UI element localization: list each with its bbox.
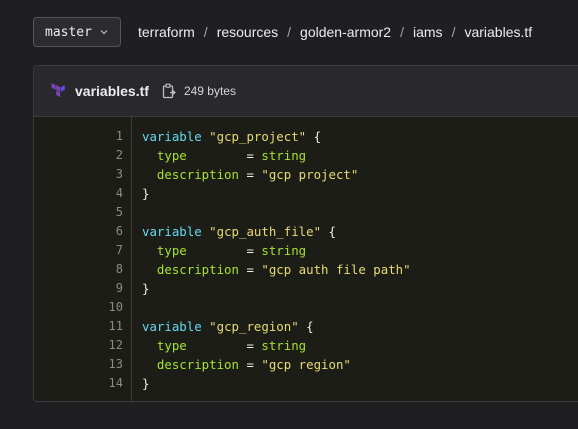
breadcrumb-separator: / (287, 24, 292, 40)
chevron-down-icon (99, 27, 109, 37)
code-token: string (261, 148, 307, 163)
code-token: string (261, 243, 307, 258)
breadcrumb: terraform / resources / golden-armor2 / … (138, 24, 532, 40)
code-token: variable (142, 319, 202, 334)
code-token: description (156, 357, 239, 372)
code-area[interactable]: 1 2 3 4 5 6 7 8 9 10 11 12 13 14 variable "gcp_projec… (34, 117, 578, 401)
code-line: variable "gcp_region" { (142, 317, 314, 336)
breadcrumb-item[interactable]: golden-armor2 (300, 24, 391, 40)
copy-icon[interactable] (162, 83, 176, 99)
code-token: = (238, 357, 262, 372)
breadcrumb-separator: / (400, 24, 404, 40)
code-token: "gcp_auth_file" (209, 224, 322, 239)
code-line: } (142, 374, 149, 393)
top-bar: master terraform / resources / golden-ar… (0, 0, 578, 66)
breadcrumb-item[interactable]: terraform (138, 24, 195, 40)
code-token: variable (142, 129, 202, 144)
code-line: description = "gcp auth file path" (142, 260, 411, 279)
code-token: } (142, 281, 150, 296)
line-number[interactable]: 8 (116, 260, 123, 279)
code-line: description = "gcp region" (142, 355, 351, 374)
code-token: type (156, 148, 187, 163)
breadcrumb-separator: / (203, 24, 208, 40)
code-line: variable "gcp_auth_file" { (142, 222, 336, 241)
line-number[interactable]: 10 (109, 298, 123, 317)
code-line: description = "gcp project" (142, 165, 358, 184)
code-token: "gcp_project" (209, 129, 307, 144)
line-number[interactable]: 2 (116, 146, 123, 165)
code-line: type = string (142, 146, 306, 165)
code-token: = (186, 148, 262, 163)
code-token: string (261, 338, 307, 353)
line-number[interactable]: 1 (116, 127, 123, 146)
file-name: variables.tf (75, 83, 149, 99)
line-number[interactable]: 5 (116, 203, 123, 222)
code-token: type (156, 243, 187, 258)
line-number-gutter: 1 2 3 4 5 6 7 8 9 10 11 12 13 14 (34, 117, 132, 401)
code-line: variable "gcp_project" { (142, 127, 321, 146)
line-number[interactable]: 11 (109, 317, 123, 336)
code-token: { (321, 224, 336, 239)
code-token: = (238, 262, 262, 277)
code-token: "gcp project" (261, 167, 359, 182)
breadcrumb-item[interactable]: iams (413, 24, 443, 40)
line-number[interactable]: 12 (109, 336, 123, 355)
line-number[interactable]: 14 (109, 374, 123, 393)
terraform-icon (51, 83, 67, 99)
code-token: "gcp auth file path" (261, 262, 411, 277)
line-number[interactable]: 7 (116, 241, 123, 260)
code-token: } (142, 186, 150, 201)
code-token: { (298, 319, 314, 334)
file-viewer: variables.tf 249 bytes 1 2 3 4 5 6 7 8 9 10 11 12 13… (33, 65, 578, 402)
code-token: = (186, 243, 262, 258)
code-token: variable (142, 224, 202, 239)
code-line: } (142, 279, 149, 298)
code-token: { (306, 129, 322, 144)
code-token: description (156, 262, 239, 277)
code-token: type (156, 338, 187, 353)
code-line: type = string (142, 336, 306, 355)
branch-label: master (45, 24, 92, 40)
code-token: = (186, 338, 262, 353)
line-number[interactable]: 9 (116, 279, 123, 298)
line-number[interactable]: 13 (109, 355, 123, 374)
code-line: type = string (142, 241, 306, 260)
code-token: } (142, 376, 150, 391)
code-token: = (238, 167, 262, 182)
branch-selector-button[interactable]: master (33, 17, 121, 47)
line-number[interactable]: 6 (116, 222, 123, 241)
file-header: variables.tf 249 bytes (34, 66, 578, 117)
code-token: description (156, 167, 239, 182)
code-line: } (142, 184, 149, 203)
breadcrumb-item[interactable]: resources (217, 24, 278, 40)
code-token: "gcp_region" (209, 319, 299, 334)
breadcrumb-current[interactable]: variables.tf (464, 24, 532, 40)
file-size: 249 bytes (183, 84, 236, 98)
code-token: "gcp region" (261, 357, 351, 372)
breadcrumb-separator: / (451, 24, 456, 40)
line-number[interactable]: 3 (116, 165, 123, 184)
line-number[interactable]: 4 (116, 184, 123, 203)
